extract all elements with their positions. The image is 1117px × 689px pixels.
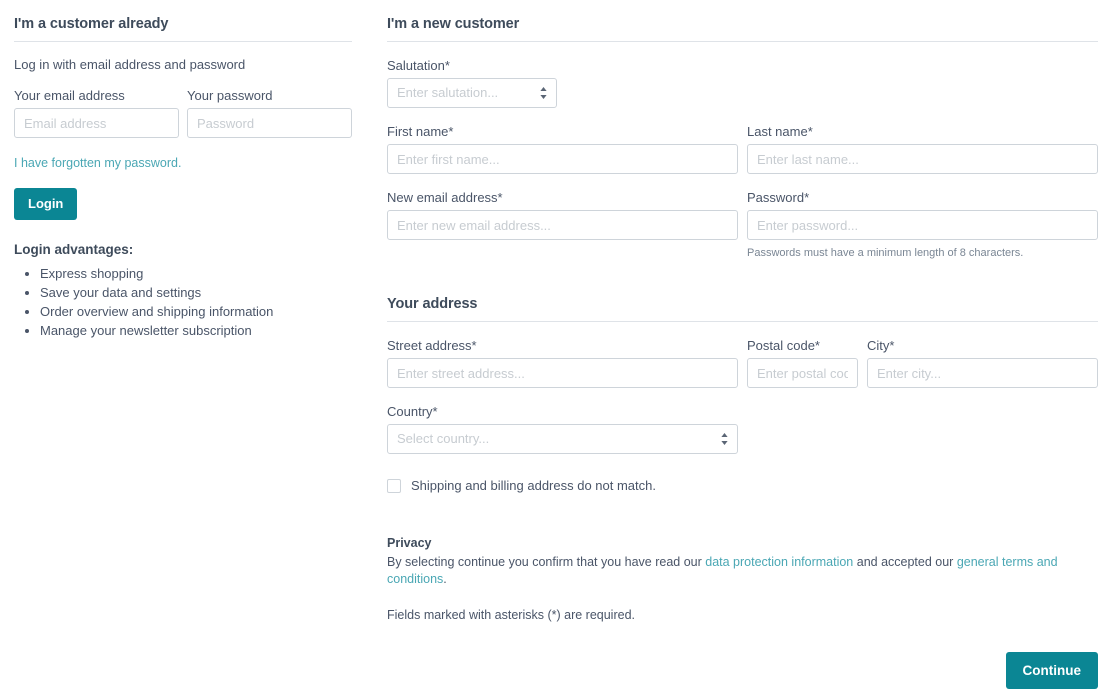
privacy-text: By selecting continue you confirm that y…	[387, 554, 1098, 588]
shipping-mismatch-checkbox[interactable]	[387, 478, 401, 493]
new-password-label: Password*	[747, 190, 810, 205]
city-input[interactable]	[867, 358, 1098, 388]
postal-group: Postal code*	[747, 338, 858, 388]
city-group: City*	[867, 338, 1098, 388]
salutation-label: Salutation*	[387, 58, 450, 73]
new-password-input[interactable]	[747, 210, 1098, 240]
new-email-input[interactable]	[387, 210, 738, 240]
continue-row: Continue	[387, 652, 1098, 689]
street-label: Street address*	[387, 338, 477, 353]
street-group: Street address*	[387, 338, 738, 388]
new-password-group: Password* Passwords must have a minimum …	[747, 190, 1098, 260]
shipping-mismatch-row: Shipping and billing address do not matc…	[387, 478, 1098, 493]
login-advantages-title: Login advantages:	[14, 242, 134, 257]
login-password-input[interactable]	[187, 108, 352, 138]
list-item: Order overview and shipping information	[40, 304, 352, 320]
address-heading-divider	[387, 321, 1098, 322]
list-item: Express shopping	[40, 266, 352, 282]
forgot-password-link[interactable]: I have forgotten my password.	[14, 156, 352, 170]
login-subtitle: Log in with email address and password	[14, 57, 246, 72]
privacy-text-middle: and accepted our	[853, 555, 957, 569]
privacy-text-after: .	[443, 572, 447, 586]
salutation-group: Salutation* Enter salutation...	[387, 58, 557, 108]
first-name-input[interactable]	[387, 144, 738, 174]
city-label: City*	[867, 338, 895, 353]
login-email-input[interactable]	[14, 108, 179, 138]
address-heading: Your address	[387, 296, 478, 312]
login-password-group: Your password	[187, 88, 352, 138]
privacy-title: Privacy	[387, 536, 432, 550]
salutation-select[interactable]: Enter salutation...	[387, 78, 557, 108]
country-label: Country*	[387, 404, 438, 419]
login-heading-divider	[14, 41, 352, 42]
last-name-group: Last name*	[747, 124, 1098, 174]
country-group: Country* Select country...	[387, 404, 738, 454]
privacy-text-before: By selecting continue you confirm that y…	[387, 555, 706, 569]
postal-input[interactable]	[747, 358, 858, 388]
first-name-label: First name*	[387, 124, 454, 139]
continue-button[interactable]: Continue	[1005, 652, 1098, 689]
country-row: Country* Select country...	[387, 404, 1098, 454]
login-email-group: Your email address	[14, 88, 179, 138]
new-email-group: New email address*	[387, 190, 738, 260]
login-panel: I'm a customer already Log in with email…	[14, 16, 352, 342]
required-fields-note: Fields marked with asterisks (*) are req…	[387, 608, 635, 622]
country-select-value[interactable]: Select country...	[387, 424, 738, 454]
street-input[interactable]	[387, 358, 738, 388]
new-email-label: New email address*	[387, 190, 503, 205]
credentials-row: New email address* Password* Passwords m…	[387, 190, 1098, 260]
shipping-mismatch-label[interactable]: Shipping and billing address do not matc…	[411, 478, 656, 493]
list-item: Save your data and settings	[40, 285, 352, 301]
data-protection-link[interactable]: data protection information	[705, 555, 853, 569]
login-heading: I'm a customer already	[14, 16, 169, 32]
first-name-group: First name*	[387, 124, 738, 174]
registration-page: I'm a customer already Log in with email…	[0, 0, 1117, 689]
registration-heading-divider	[387, 41, 1098, 42]
salutation-row: Salutation* Enter salutation...	[387, 58, 1098, 108]
list-item: Manage your newsletter subscription	[40, 323, 352, 339]
registration-panel: I'm a new customer Salutation* Enter sal…	[387, 16, 1098, 689]
last-name-input[interactable]	[747, 144, 1098, 174]
login-fields-row: Your email address Your password	[14, 88, 352, 138]
country-select[interactable]: Select country...	[387, 424, 738, 454]
name-row: First name* Last name*	[387, 124, 1098, 174]
last-name-label: Last name*	[747, 124, 813, 139]
login-email-label: Your email address	[14, 88, 125, 103]
address-row: Street address* Postal code* City*	[387, 338, 1098, 388]
privacy-block: Privacy By selecting continue you confir…	[387, 536, 1098, 622]
login-button[interactable]: Login	[14, 188, 78, 220]
login-password-label: Your password	[187, 88, 273, 103]
postal-label: Postal code*	[747, 338, 820, 353]
password-hint: Passwords must have a minimum length of …	[747, 247, 1024, 259]
salutation-select-value[interactable]: Enter salutation...	[387, 78, 557, 108]
registration-heading: I'm a new customer	[387, 16, 520, 32]
login-advantages-list: Express shopping Save your data and sett…	[14, 266, 352, 339]
